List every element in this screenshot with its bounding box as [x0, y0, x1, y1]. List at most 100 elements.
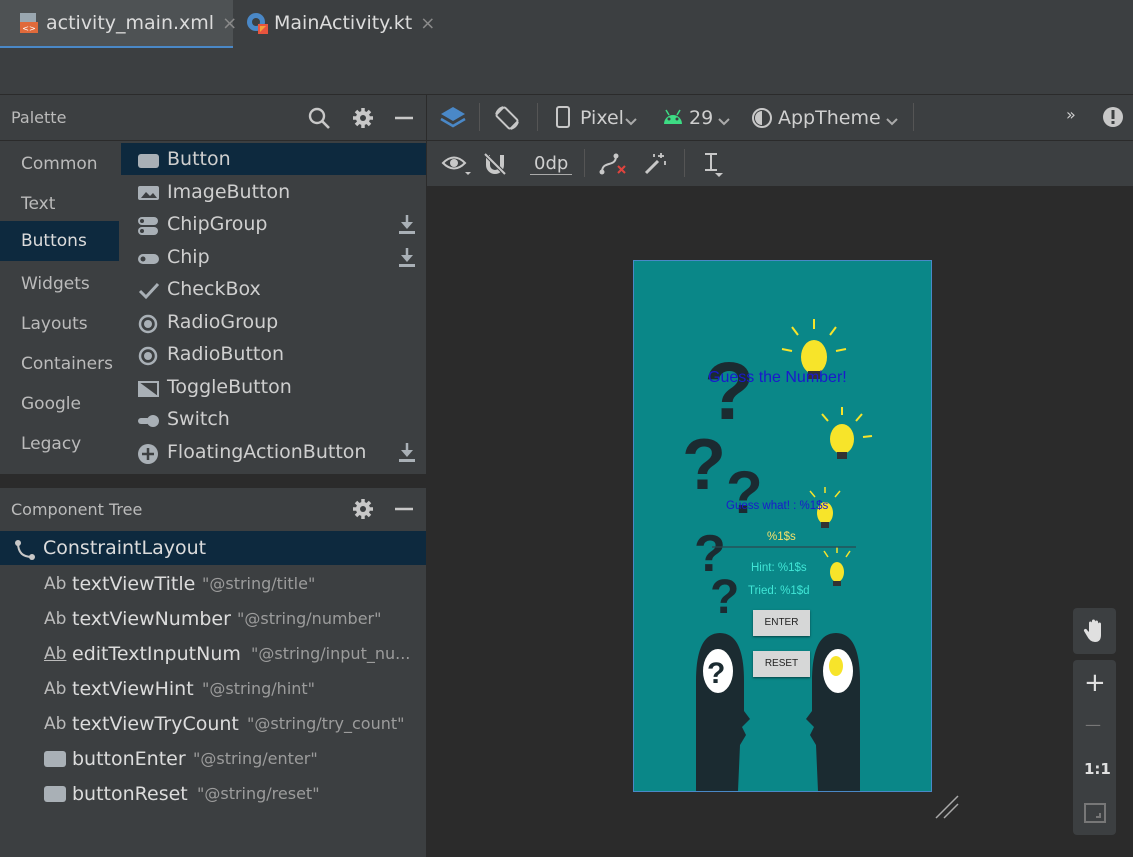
- android-icon: [662, 108, 684, 130]
- zoom-in-button[interactable]: +: [1084, 668, 1106, 698]
- download-icon[interactable]: [398, 441, 416, 463]
- tab-label: activity_main.xml: [46, 12, 215, 34]
- palette-body: Common Text Buttons Widgets Layouts Cont…: [0, 141, 426, 474]
- reset-button[interactable]: RESET: [753, 651, 810, 677]
- phone-preview[interactable]: ? ? ? ? ? ? Guess the Number! Guess what…: [633, 260, 932, 792]
- button-icon: [138, 149, 160, 169]
- guidelines-icon[interactable]: [701, 152, 727, 182]
- palette-item-chip[interactable]: Chip: [121, 241, 426, 273]
- zoom-actual-size-button[interactable]: 1:1: [1084, 760, 1111, 778]
- chevron-down-icon[interactable]: [718, 112, 730, 131]
- zoom-controls: + — 1:1: [1073, 660, 1116, 835]
- palette-item-checkbox[interactable]: CheckBox: [121, 273, 426, 305]
- xml-file-icon: <>: [18, 12, 40, 34]
- toggle-icon: [138, 377, 160, 397]
- number-text: Guess what! : %1$s: [726, 500, 829, 512]
- device-select[interactable]: Pixel: [580, 107, 624, 129]
- radio-icon: [138, 312, 160, 334]
- edittext-badge: Ab: [44, 644, 67, 664]
- switch-icon: [138, 409, 160, 429]
- constraint-toolbar: 0dp: [427, 141, 1133, 186]
- palette-item-radiogroup[interactable]: RadioGroup: [121, 306, 426, 338]
- close-icon[interactable]: ×: [222, 13, 237, 34]
- palette-category-text[interactable]: Text: [0, 184, 119, 224]
- hand-icon: [1083, 618, 1107, 648]
- palette-item-chipgroup[interactable]: ChipGroup: [121, 208, 426, 240]
- textview-badge: Ab: [44, 714, 67, 734]
- svg-text:?: ?: [726, 459, 763, 526]
- palette-title: Palette: [11, 108, 67, 127]
- close-icon[interactable]: ×: [420, 13, 435, 34]
- gear-icon[interactable]: [350, 105, 376, 131]
- palette-item-floatingactionbutton[interactable]: FloatingActionButton: [121, 436, 426, 468]
- palette-category-common[interactable]: Common: [0, 144, 119, 184]
- textview-badge: Ab: [44, 679, 67, 699]
- tree-item-buttonreset[interactable]: buttonReset "@string/reset": [0, 777, 426, 811]
- pan-tool[interactable]: [1073, 608, 1116, 654]
- palette-item-button[interactable]: Button: [121, 143, 426, 175]
- palette-item-switch[interactable]: Switch: [121, 403, 426, 435]
- zoom-out-button[interactable]: —: [1085, 715, 1101, 734]
- chevron-down-icon[interactable]: [886, 112, 898, 131]
- search-icon[interactable]: [306, 105, 332, 131]
- download-icon[interactable]: [398, 213, 416, 235]
- editor-mode-toolbar: [0, 48, 1133, 95]
- phone-device-icon[interactable]: [556, 106, 570, 132]
- tree-item-edittextinputnum[interactable]: Ab editTextInputNum "@string/input_nu...: [0, 637, 426, 671]
- palette-category-widgets[interactable]: Widgets: [0, 264, 119, 304]
- tree-root-label: ConstraintLayout: [43, 537, 207, 559]
- warning-icon[interactable]: [1102, 106, 1124, 132]
- chevron-down-icon[interactable]: [625, 112, 637, 131]
- tree-item-textviewtitle[interactable]: Ab textViewTitle "@string/title": [0, 567, 426, 601]
- minimize-icon[interactable]: [393, 105, 419, 131]
- radio-icon: [138, 344, 160, 366]
- palette-category-google[interactable]: Google: [0, 384, 119, 424]
- tree-item-textviewhint[interactable]: Ab textViewHint "@string/hint": [0, 672, 426, 706]
- download-icon[interactable]: [398, 246, 416, 268]
- clear-constraints-icon[interactable]: [599, 152, 627, 180]
- palette-item-togglebutton[interactable]: ToggleButton: [121, 371, 426, 403]
- palette-item-radiobutton[interactable]: RadioButton: [121, 338, 426, 370]
- textview-badge: Ab: [44, 574, 67, 594]
- svg-text:?: ?: [682, 425, 726, 505]
- svg-text:?: ?: [704, 346, 754, 437]
- svg-text:?: ?: [707, 657, 725, 690]
- palette-category-buttons[interactable]: Buttons: [0, 221, 119, 261]
- hint-text: Hint: %1$s: [751, 562, 807, 574]
- tree-item-buttonenter[interactable]: buttonEnter "@string/enter": [0, 742, 426, 776]
- palette-item-imagebutton[interactable]: ImageButton: [121, 176, 426, 208]
- enter-button[interactable]: ENTER: [753, 610, 810, 636]
- tree-item-textviewtrycount[interactable]: Ab textViewTryCount "@string/try_count": [0, 707, 426, 741]
- default-margin-select[interactable]: 0dp: [530, 153, 573, 175]
- tab-mainactivity-kt[interactable]: MainActivity.kt ×: [240, 0, 440, 46]
- palette-category-legacy[interactable]: Legacy: [0, 424, 119, 464]
- chip-icon: [138, 247, 160, 267]
- gear-icon[interactable]: [350, 496, 376, 522]
- zoom-to-fit-icon[interactable]: [1084, 803, 1106, 827]
- svg-text:?: ?: [710, 571, 739, 624]
- tree-root-constraintlayout[interactable]: ConstraintLayout: [0, 531, 426, 565]
- layers-icon[interactable]: [439, 104, 467, 136]
- orientation-icon[interactable]: [493, 104, 521, 136]
- infer-constraints-wand-icon[interactable]: [643, 152, 667, 180]
- resize-handle-icon[interactable]: [934, 794, 960, 824]
- theme-select[interactable]: AppTheme: [778, 107, 881, 129]
- palette-category-containers[interactable]: Containers: [0, 344, 119, 384]
- background-illustration: ? ? ? ? ? ?: [682, 319, 873, 791]
- tab-activity-main[interactable]: <> activity_main.xml ×: [0, 0, 237, 49]
- image-button-icon: [138, 182, 160, 202]
- component-tree-title: Component Tree: [11, 500, 143, 519]
- api-level-select[interactable]: 29: [689, 107, 713, 129]
- tab-label: MainActivity.kt: [274, 12, 413, 34]
- overflow-button[interactable]: »: [1066, 105, 1076, 124]
- svg-text:<>: <>: [22, 24, 35, 33]
- kotlin-file-icon: [246, 12, 268, 34]
- minimize-icon[interactable]: [393, 496, 419, 522]
- magnet-off-icon[interactable]: [483, 152, 507, 180]
- palette-category-layouts[interactable]: Layouts: [0, 304, 119, 344]
- eye-icon[interactable]: [441, 152, 471, 180]
- design-toolbar: Pixel 29 AppTheme »: [427, 95, 1133, 141]
- input-number-field[interactable]: %1$s: [767, 531, 796, 543]
- tree-item-textviewnumber[interactable]: Ab textViewNumber "@string/number": [0, 602, 426, 636]
- button-icon: [44, 786, 66, 802]
